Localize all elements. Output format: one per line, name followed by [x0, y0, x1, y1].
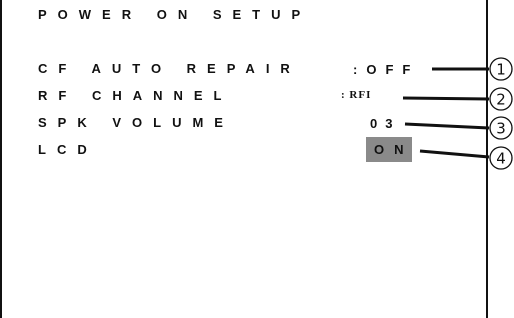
callout-number-1: 1	[496, 61, 506, 79]
callout-number-3: 3	[496, 120, 506, 138]
page-title: POWER ON SETUP	[38, 7, 312, 22]
callout-marker-1: 1	[489, 57, 513, 81]
callout-marker-4: 4	[489, 146, 513, 170]
callout-marker-2: 2	[489, 87, 513, 111]
callout-number-4: 4	[496, 150, 506, 168]
menu-item-rf-channel-value[interactable]: : RFI	[341, 89, 371, 101]
menu-item-lcd-label[interactable]: LCD	[38, 142, 98, 157]
menu-item-cf-auto-repair-label[interactable]: CF AUTO REPAIR	[38, 61, 301, 76]
menu-item-spk-volume-value[interactable]: 03	[370, 116, 400, 131]
menu-item-cf-auto-repair-value[interactable]: :OFF	[353, 62, 419, 77]
lcd-screen: POWER ON SETUP CF AUTO REPAIR :OFF RF CH…	[0, 0, 488, 318]
menu-item-rf-channel-label[interactable]: RF CHANNEL	[38, 88, 233, 103]
menu-item-spk-volume-label[interactable]: SPK VOLUME	[38, 115, 234, 130]
callout-number-2: 2	[496, 91, 506, 109]
callout-marker-3: 3	[489, 116, 513, 140]
menu-item-lcd-value-selected[interactable]: ON	[366, 137, 412, 162]
